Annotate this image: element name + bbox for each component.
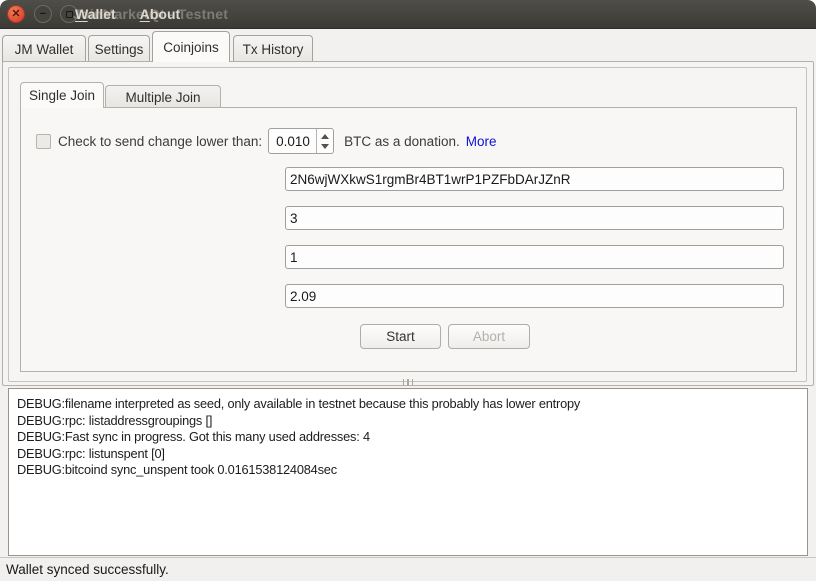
start-button[interactable]: Start [360,324,441,349]
tab-single-join[interactable]: Single Join [20,82,104,108]
log-line: DEBUG:filename interpreted as seed, only… [17,396,799,413]
splitter-handle[interactable] [398,378,418,386]
status-bar: Wallet synced successfully. [0,557,816,581]
donation-spinbox[interactable] [268,128,334,154]
donation-checkbox[interactable] [36,134,51,149]
minimize-icon: − [40,9,46,20]
log-line: DEBUG:Fast sync in progress. Got this ma… [17,429,799,446]
app-window: ✕ − JoinMarketQt - Testnet Wallet About … [0,0,816,581]
more-link[interactable]: More [466,134,497,149]
mixdepth-input[interactable] [285,245,784,269]
spin-up-icon[interactable] [321,134,329,139]
status-message: Wallet synced successfully. [0,562,169,577]
titlebar[interactable]: ✕ − JoinMarketQt - Testnet Wallet About [0,0,816,29]
menubar: Wallet About [75,6,180,22]
menu-item-about[interactable]: About [140,6,180,22]
donation-row: Check to send change lower than: BTC as … [36,128,496,154]
minimize-button[interactable]: − [34,5,52,23]
donation-amount-input[interactable] [269,129,316,153]
debug-log[interactable]: DEBUG:filename interpreted as seed, only… [8,388,808,556]
tab-settings[interactable]: Settings [88,35,150,62]
tab-multiple-join[interactable]: Multiple Join [105,85,221,108]
amount-input[interactable] [285,284,784,308]
tab-coinjoins[interactable]: Coinjoins [152,31,230,62]
log-line: DEBUG:rpc: listunspent [0] [17,446,799,463]
recipient-address-input[interactable] [285,167,784,191]
spin-down-icon[interactable] [321,144,329,149]
close-button[interactable]: ✕ [7,5,25,23]
abort-button: Abort [448,324,530,349]
close-icon: ✕ [11,9,20,20]
tab-jm-wallet[interactable]: JM Wallet [2,35,86,62]
donation-suffix-label: BTC as a donation. [344,134,460,149]
main-tab-bar: JM Wallet Settings Coinjoins Tx History [0,30,816,62]
log-line: DEBUG:bitcoind sync_unspent took 0.01615… [17,462,799,479]
donation-checkbox-label: Check to send change lower than: [58,134,262,149]
tab-tx-history[interactable]: Tx History [233,35,313,62]
log-line: DEBUG:rpc: listaddressgroupings [] [17,413,799,430]
maximize-icon [66,11,73,18]
counterparties-input[interactable] [285,206,784,230]
menu-item-wallet[interactable]: Wallet [75,6,116,22]
spinner-arrows[interactable] [316,129,333,153]
